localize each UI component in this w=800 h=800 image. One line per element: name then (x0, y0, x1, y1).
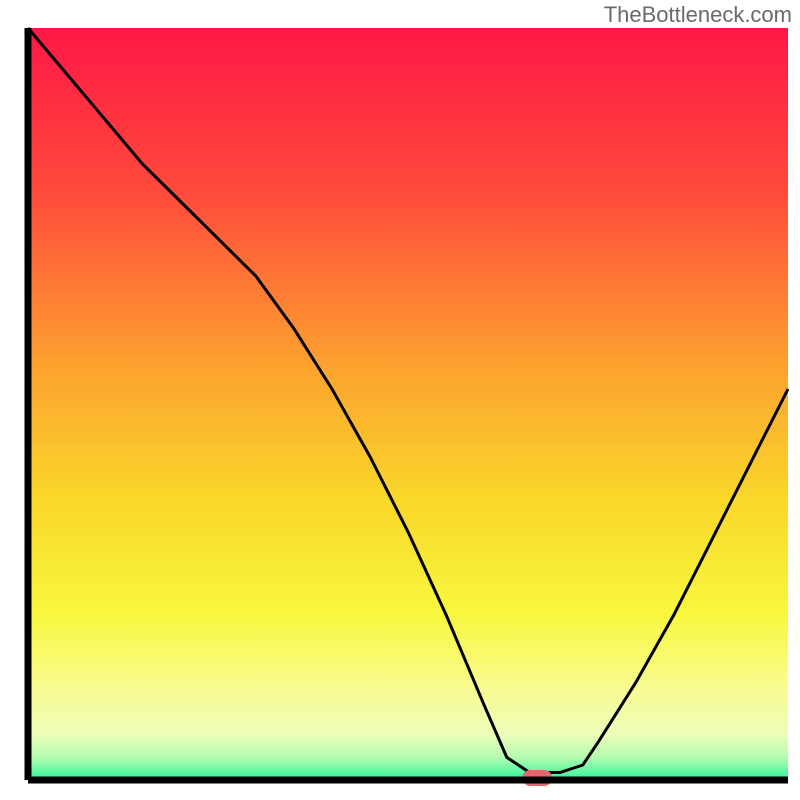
attribution-label: TheBottleneck.com (604, 2, 792, 28)
bottleneck-chart (0, 0, 800, 800)
gradient-background (28, 28, 788, 780)
chart-canvas (0, 0, 800, 800)
